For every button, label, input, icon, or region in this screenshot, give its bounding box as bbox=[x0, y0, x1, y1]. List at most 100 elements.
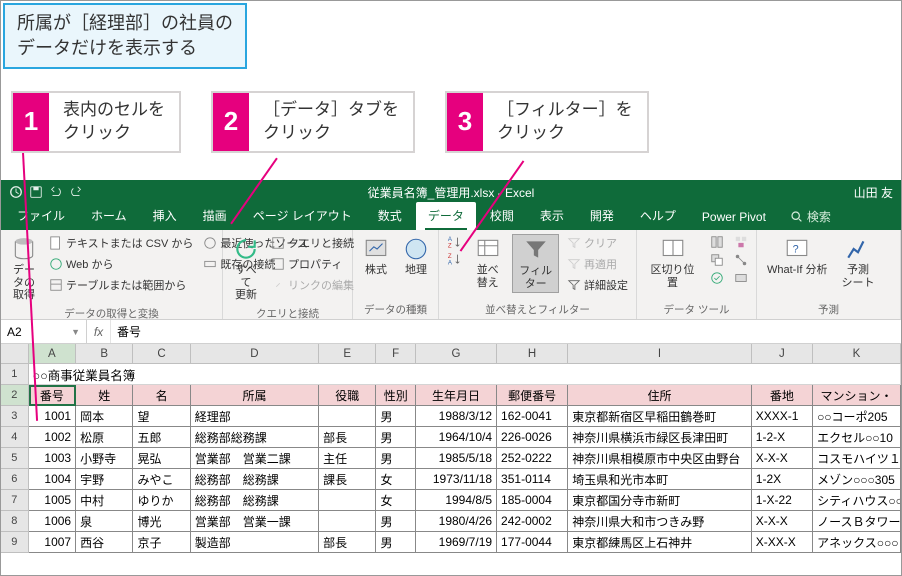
col-J[interactable]: J bbox=[752, 344, 813, 363]
data-cell[interactable]: 東京都練馬区上石神井 bbox=[568, 532, 752, 553]
tab-file[interactable]: ファイル bbox=[5, 202, 77, 230]
from-table-button[interactable]: テーブルまたは範囲から bbox=[47, 276, 195, 294]
data-cell[interactable]: ゆりか bbox=[133, 490, 190, 511]
autosave-icon[interactable] bbox=[9, 185, 23, 199]
col-K[interactable]: K bbox=[813, 344, 901, 363]
data-cell[interactable]: 162-0041 bbox=[497, 406, 568, 427]
data-cell[interactable] bbox=[319, 490, 376, 511]
col-D[interactable]: D bbox=[191, 344, 319, 363]
data-cell[interactable]: 252-0222 bbox=[497, 448, 568, 469]
data-cell[interactable]: 課長 bbox=[319, 469, 376, 490]
data-cell[interactable]: 五郎 bbox=[133, 427, 190, 448]
from-web-button[interactable]: Web から bbox=[47, 255, 195, 273]
row-header[interactable]: 9 bbox=[1, 532, 29, 553]
forecast-sheet-button[interactable]: 予測 シート bbox=[838, 234, 879, 291]
col-B[interactable]: B bbox=[76, 344, 133, 363]
edit-links-button[interactable]: リンクの編集 bbox=[269, 276, 356, 294]
col-I[interactable]: I bbox=[568, 344, 752, 363]
data-cell[interactable]: 1985/5/18 bbox=[416, 448, 497, 469]
tab-formulas[interactable]: 数式 bbox=[366, 202, 414, 230]
manage-model-button[interactable] bbox=[732, 270, 750, 286]
text-to-columns-button[interactable]: 区切り位置 bbox=[643, 234, 702, 291]
data-cell[interactable]: 宇野 bbox=[76, 469, 133, 490]
data-cell[interactable]: みやこ bbox=[133, 469, 190, 490]
data-cell[interactable]: 博光 bbox=[133, 511, 190, 532]
save-icon[interactable] bbox=[29, 185, 43, 199]
filter-button[interactable]: フィルター bbox=[512, 234, 559, 293]
refresh-all-button[interactable]: すべて 更新 bbox=[229, 234, 263, 304]
get-data-button[interactable]: データの 取得 bbox=[7, 234, 41, 304]
sheet-title-cell[interactable]: ○○商事従業員名簿 bbox=[29, 364, 901, 385]
header-cell[interactable]: 姓 bbox=[76, 385, 133, 406]
clear-filter-button[interactable]: クリア bbox=[565, 234, 630, 252]
data-cell[interactable]: 351-0114 bbox=[497, 469, 568, 490]
data-cell[interactable]: エクセル○○10 bbox=[813, 427, 901, 448]
data-cell[interactable]: 総務部 総務課 bbox=[191, 469, 319, 490]
consolidate-button[interactable] bbox=[732, 234, 750, 250]
data-cell[interactable]: 岡本 bbox=[76, 406, 133, 427]
data-cell[interactable]: 営業部 営業二課 bbox=[191, 448, 319, 469]
data-cell[interactable]: 1002 bbox=[29, 427, 76, 448]
data-cell[interactable]: ノースＢタワー40 bbox=[813, 511, 901, 532]
data-cell[interactable]: 東京都国分寺市新町 bbox=[568, 490, 752, 511]
data-cell[interactable]: 望 bbox=[133, 406, 190, 427]
col-G[interactable]: G bbox=[416, 344, 497, 363]
redo-icon[interactable] bbox=[69, 185, 83, 199]
tab-data[interactable]: データ bbox=[416, 202, 476, 230]
header-cell[interactable]: 性別 bbox=[376, 385, 416, 406]
geography-button[interactable]: 地理 bbox=[399, 234, 433, 279]
data-cell[interactable]: 主任 bbox=[319, 448, 376, 469]
data-cell[interactable]: 男 bbox=[376, 427, 416, 448]
data-cell[interactable] bbox=[319, 511, 376, 532]
data-cell[interactable]: 1980/4/26 bbox=[416, 511, 497, 532]
select-all-corner[interactable] bbox=[1, 344, 29, 363]
header-cell[interactable]: 住所 bbox=[568, 385, 752, 406]
flash-fill-button[interactable] bbox=[708, 234, 726, 250]
data-cell[interactable]: 1004 bbox=[29, 469, 76, 490]
data-cell[interactable]: 営業部 営業一課 bbox=[191, 511, 319, 532]
col-C[interactable]: C bbox=[133, 344, 190, 363]
data-cell[interactable]: 226-0026 bbox=[497, 427, 568, 448]
data-cell[interactable]: 1003 bbox=[29, 448, 76, 469]
data-cell[interactable]: 神奈川県横浜市緑区長津田町 bbox=[568, 427, 752, 448]
data-cell[interactable]: ○○コーポ205 bbox=[813, 406, 901, 427]
tab-insert[interactable]: 挿入 bbox=[141, 202, 189, 230]
data-cell[interactable]: 1973/11/18 bbox=[416, 469, 497, 490]
col-A[interactable]: A bbox=[29, 344, 76, 363]
col-H[interactable]: H bbox=[497, 344, 568, 363]
data-cell[interactable]: XXXX-1 bbox=[752, 406, 813, 427]
queries-connections-button[interactable]: クエリと接続 bbox=[269, 234, 356, 252]
data-cell[interactable]: 男 bbox=[376, 448, 416, 469]
data-cell[interactable]: 神奈川県相模原市中央区由野台 bbox=[568, 448, 752, 469]
data-cell[interactable]: 185-0004 bbox=[497, 490, 568, 511]
from-text-csv-button[interactable]: テキストまたは CSV から bbox=[47, 234, 195, 252]
data-cell[interactable]: 1988/3/12 bbox=[416, 406, 497, 427]
data-cell[interactable]: 晃弘 bbox=[133, 448, 190, 469]
fx-button[interactable]: fx bbox=[87, 320, 111, 343]
data-cell[interactable]: 部長 bbox=[319, 532, 376, 553]
col-E[interactable]: E bbox=[319, 344, 376, 363]
data-cell[interactable]: 神奈川県大和市つきみ野 bbox=[568, 511, 752, 532]
tab-home[interactable]: ホーム bbox=[79, 202, 139, 230]
tab-help[interactable]: ヘルプ bbox=[628, 202, 688, 230]
row-header[interactable]: 8 bbox=[1, 511, 29, 532]
header-cell[interactable]: 生年月日 bbox=[416, 385, 497, 406]
properties-button[interactable]: プロパティ bbox=[269, 255, 356, 273]
reapply-filter-button[interactable]: 再適用 bbox=[565, 255, 630, 273]
data-cell[interactable]: 松原 bbox=[76, 427, 133, 448]
data-cell[interactable]: 1994/8/5 bbox=[416, 490, 497, 511]
data-cell[interactable]: 1-2X bbox=[752, 469, 813, 490]
data-cell[interactable]: 男 bbox=[376, 532, 416, 553]
header-cell[interactable]: 役職 bbox=[319, 385, 376, 406]
header-cell[interactable]: 郵便番号 bbox=[497, 385, 568, 406]
remove-duplicates-button[interactable] bbox=[708, 252, 726, 268]
data-cell[interactable]: 177-0044 bbox=[497, 532, 568, 553]
stocks-button[interactable]: 株式 bbox=[359, 234, 393, 279]
data-cell[interactable]: シティハウス○○ bbox=[813, 490, 901, 511]
relationships-button[interactable] bbox=[732, 252, 750, 268]
sort-za-button[interactable]: ZA bbox=[445, 251, 463, 267]
data-cell[interactable]: 埼玉県和光市本町 bbox=[568, 469, 752, 490]
data-cell[interactable]: 製造部 bbox=[191, 532, 319, 553]
data-cell[interactable]: 西谷 bbox=[76, 532, 133, 553]
whatif-button[interactable]: ?What-If 分析 bbox=[763, 234, 832, 279]
